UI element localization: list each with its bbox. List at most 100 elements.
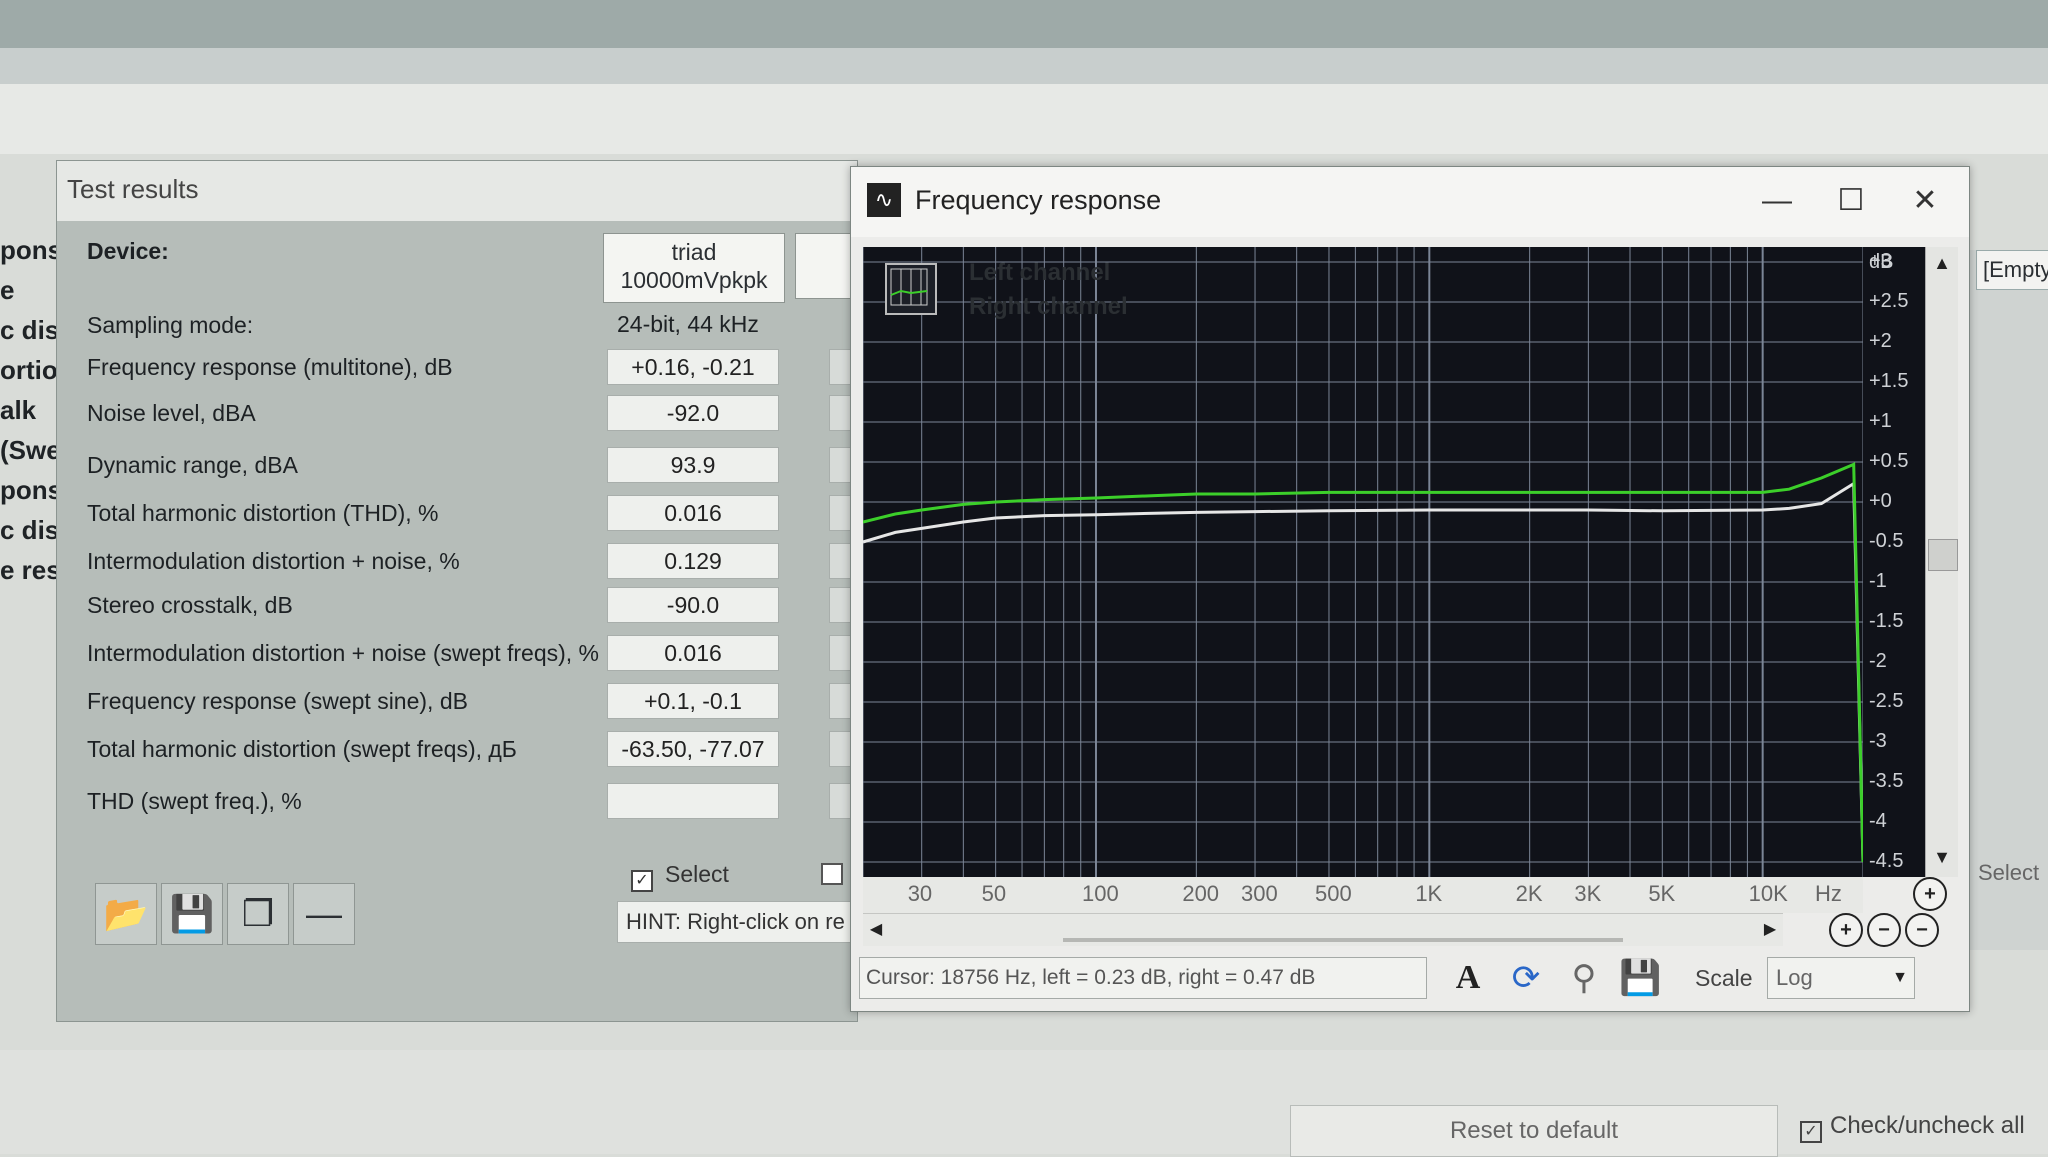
minimize-button[interactable]: —: [1747, 181, 1807, 221]
device-name-line2: 10000mVpkpk: [620, 267, 768, 293]
bg-fragment: e res: [0, 555, 60, 585]
check-all-checkbox[interactable]: ✓: [1800, 1121, 1822, 1143]
result-value[interactable]: 0.016: [607, 635, 779, 671]
device-name-line1: triad: [671, 239, 717, 265]
vertical-scrollbar[interactable]: ▲ ▼: [1925, 247, 1958, 877]
result-label: THD (swept freq.), %: [87, 788, 302, 814]
background-right-panel: [Empty Select: [1968, 250, 2048, 950]
frequency-plot-svg: [863, 247, 1863, 877]
bg-fragment: pons: [0, 235, 60, 265]
result-value[interactable]: +0.1, -0.1: [607, 683, 779, 719]
mini-graph-icon: [890, 268, 928, 306]
hint-text: HINT: Right-click on re: [617, 901, 867, 943]
remove-button[interactable]: —: [293, 883, 355, 945]
background-toolbar: [0, 48, 2048, 84]
check-all-label: Check/uncheck all: [1830, 1112, 2025, 1139]
check-uncheck-all[interactable]: ✓ Check/uncheck all: [1800, 1112, 2025, 1143]
save-button[interactable]: 💾: [161, 883, 223, 945]
folder-open-icon: 📂: [103, 893, 149, 934]
series-line-left-channel: [863, 480, 1863, 863]
maximize-button[interactable]: ☐: [1821, 181, 1881, 221]
y-tick-label: +1: [1869, 410, 1892, 432]
result-value[interactable]: -63.50, -77.07: [607, 731, 779, 767]
empty-field[interactable]: [Empty: [1976, 250, 2048, 290]
vertical-scroll-thumb[interactable]: [1928, 539, 1958, 571]
x-tick-label: 10K: [1748, 881, 1788, 906]
device-label: Device:: [87, 238, 169, 264]
scroll-up-arrow-icon[interactable]: ▲: [1928, 249, 1956, 277]
y-tick-label: -1: [1869, 570, 1887, 592]
horizontal-scroll-thumb[interactable]: [1063, 938, 1623, 942]
result-value[interactable]: +0.16, -0.21: [607, 349, 779, 385]
x-tick-label: 300: [1241, 881, 1278, 906]
legend-toggle-icon[interactable]: [885, 263, 937, 315]
result-label: Dynamic range, dBA: [87, 452, 298, 478]
reset-to-default-button[interactable]: Reset to default: [1290, 1105, 1778, 1157]
device-name-box[interactable]: triad 10000mVpkpk: [603, 233, 785, 303]
bg-fragment: ortio: [0, 355, 58, 385]
scroll-down-arrow-icon[interactable]: ▼: [1928, 843, 1956, 871]
background-select-label: Select: [1978, 860, 2040, 885]
frequency-plot[interactable]: Left channel Right channel: [863, 247, 1863, 877]
bg-fragment: (Swe: [0, 435, 60, 465]
minus-icon: —: [306, 893, 342, 934]
close-button[interactable]: ✕: [1895, 181, 1955, 221]
x-tick-label: 200: [1182, 881, 1220, 906]
result-value[interactable]: -92.0: [607, 395, 779, 431]
result-value[interactable]: [607, 783, 779, 819]
x-tick-label: 50: [981, 881, 1007, 906]
chevron-down-icon: ▼: [1892, 969, 1908, 986]
bg-fragment: pons: [0, 475, 60, 505]
select-checkbox-group[interactable]: ✓ Select: [631, 861, 729, 892]
result-label: Total harmonic distortion (THD), %: [87, 500, 439, 526]
test-results-title: Test results: [57, 161, 857, 221]
result-value[interactable]: 0.016: [607, 495, 779, 531]
y-tick-label: -4.5: [1869, 850, 1904, 872]
y-tick-label: -0.5: [1869, 530, 1904, 552]
result-label: Total harmonic distortion (swept freqs),…: [87, 736, 517, 762]
zoom-out-icon[interactable]: −: [1867, 913, 1901, 947]
open-folder-button[interactable]: 📂: [95, 883, 157, 945]
magnifier-icon[interactable]: ⚲: [1563, 957, 1605, 999]
scale-select[interactable]: Log ▼: [1767, 957, 1915, 999]
font-icon[interactable]: A: [1447, 957, 1489, 999]
y-tick-label: -1.5: [1869, 610, 1904, 632]
frequency-response-titlebar: ∿ Frequency response — ☐ ✕: [851, 167, 1969, 237]
scroll-left-arrow-icon[interactable]: ◀: [863, 914, 889, 946]
result-label: Intermodulation distortion + noise (swep…: [87, 640, 599, 666]
legend-left-channel: Left channel: [969, 259, 1111, 286]
result-label: Intermodulation distortion + noise, %: [87, 548, 460, 574]
copy-button[interactable]: ❐: [227, 883, 289, 945]
result-value[interactable]: 93.9: [607, 447, 779, 483]
bg-fragment: e: [0, 275, 15, 305]
x-tick-label: 100: [1081, 881, 1119, 906]
window-title: Frequency response: [915, 185, 1162, 215]
x-tick-label: 3K: [1574, 881, 1602, 906]
test-results-window: Test results Device: triad 10000mVpkpk S…: [56, 160, 881, 1022]
select-checkbox-2[interactable]: [821, 863, 843, 885]
result-value[interactable]: 0.129: [607, 543, 779, 579]
y-tick-label: -3.5: [1869, 770, 1904, 792]
save-graph-icon[interactable]: 💾: [1619, 957, 1661, 999]
y-tick-label: +2: [1869, 330, 1892, 352]
bg-fragment: c dist: [0, 515, 60, 545]
horizontal-scrollbar[interactable]: ◀ ▶: [863, 913, 1783, 946]
sampling-label: Sampling mode:: [87, 312, 254, 338]
background-list-fragments: pons e c dist ortio alk (Swe pons c dist…: [0, 230, 60, 650]
select-checkbox[interactable]: ✓: [631, 870, 653, 892]
x-axis: Hz 30 50 100 200 300 500 1K 2K 3K 5K 10K: [863, 877, 1863, 913]
scroll-right-arrow-icon[interactable]: ▶: [1757, 914, 1783, 946]
result-label: Frequency response (multitone), dB: [87, 354, 453, 380]
zoom-in-y-icon[interactable]: +: [1913, 877, 1947, 911]
waveform-app-icon: ∿: [867, 183, 901, 217]
cursor-status: Cursor: 18756 Hz, left = 0.23 dB, right …: [859, 957, 1427, 999]
refresh-icon[interactable]: ⟳: [1505, 957, 1547, 999]
y-tick-label: +0: [1869, 490, 1892, 512]
result-value[interactable]: -90.0: [607, 587, 779, 623]
y-tick-label: +2.5: [1869, 290, 1909, 312]
zoom-reset-icon[interactable]: −: [1905, 913, 1939, 947]
zoom-in-icon[interactable]: +: [1829, 913, 1863, 947]
x-tick-label: 500: [1314, 881, 1352, 906]
y-tick-label: -2: [1869, 650, 1887, 672]
select-label: Select: [665, 861, 729, 887]
